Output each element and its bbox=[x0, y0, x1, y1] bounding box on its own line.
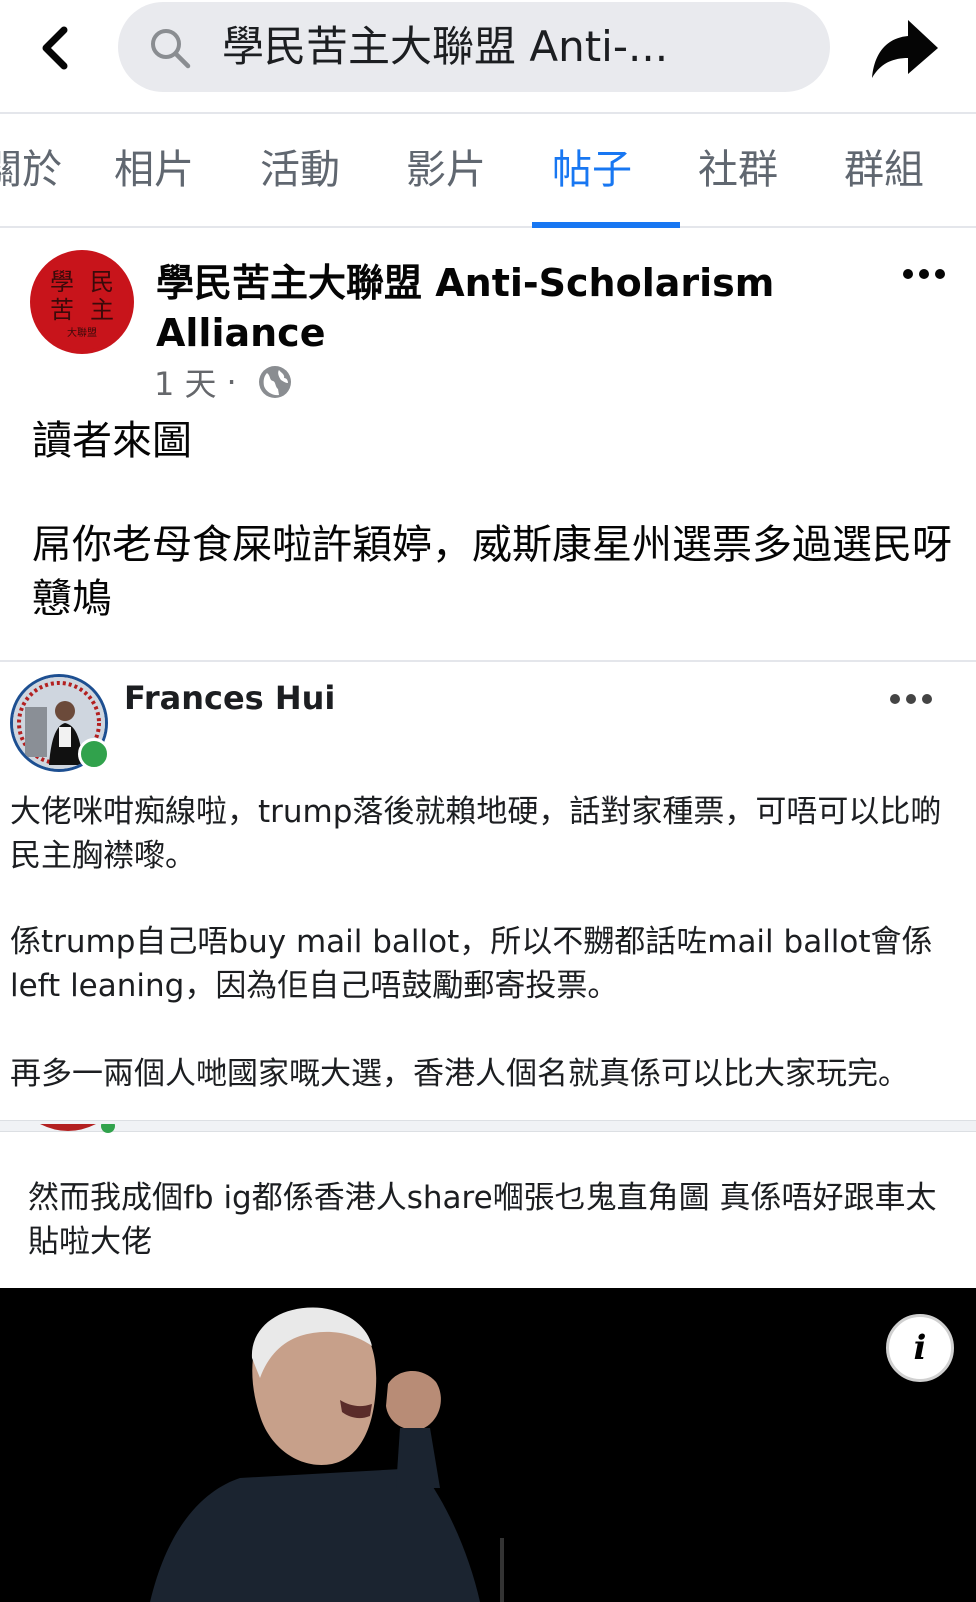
tab-videos[interactable]: 影片 bbox=[386, 114, 506, 226]
post-text-line2: 屌你老母食屎啦許穎婷，威斯康星州選票多過選民呀戇鳩 bbox=[32, 522, 952, 622]
post-text-line1: 讀者來圖 bbox=[32, 418, 192, 464]
photo-image bbox=[0, 1288, 976, 1602]
globe-icon bbox=[258, 366, 291, 398]
search-icon bbox=[151, 29, 191, 69]
tab-about[interactable]: 關於 bbox=[0, 114, 82, 226]
tab-posts[interactable]: 帖子 bbox=[532, 114, 652, 226]
share-arrow-icon[interactable] bbox=[868, 14, 940, 84]
chevron-left-icon bbox=[42, 26, 68, 70]
page-name[interactable]: 學民苦主大聯盟 Anti-Scholarism Alliance bbox=[156, 258, 836, 358]
online-status-indicator bbox=[78, 738, 110, 770]
embedded-second-comment: 然而我成個fb ig都係香港人share嗰張乜鬼直角圖 真係唔好跟車太貼啦大佬 bbox=[28, 1180, 937, 1260]
embedded-screenshot[interactable]: Frances Hui 大佬咪咁痴線啦，trump落後就賴地硬，話對家種票，可唔… bbox=[0, 660, 976, 1602]
svg-text:大聯盟: 大聯盟 bbox=[67, 326, 97, 339]
page-logo: 學 民 苦 主 大聯盟 bbox=[34, 254, 130, 350]
post-photo[interactable]: i bbox=[0, 1288, 976, 1602]
partial-avatar bbox=[40, 1124, 115, 1133]
page-tabs: 關於 相片 活動 影片 帖子 社群 群組 bbox=[0, 114, 976, 228]
tab-groups[interactable]: 群組 bbox=[824, 114, 944, 226]
embedded-text-clip: 大佬咪咁痴線啦，trump落後就賴地硬，話對家種票，可唔可以比啲民主胸襟嚟。 係… bbox=[0, 782, 976, 1118]
author-name[interactable]: Frances Hui bbox=[124, 678, 335, 718]
back-button[interactable] bbox=[28, 20, 84, 76]
section-divider bbox=[0, 1120, 976, 1132]
tab-events[interactable]: 活動 bbox=[240, 114, 360, 226]
embedded-paragraph-3: 再多一兩個人哋國家嘅大選，香港人個名就真係可以比大家玩完。 bbox=[10, 1056, 909, 1092]
post-time[interactable]: 1 天 bbox=[154, 359, 217, 405]
more-options-icon[interactable] bbox=[900, 262, 948, 286]
page-avatar[interactable]: 學 民 苦 主 大聯盟 bbox=[30, 250, 134, 354]
info-icon[interactable]: i bbox=[886, 1314, 954, 1382]
tab-community[interactable]: 社群 bbox=[678, 114, 798, 226]
search-query: 學民苦主大聯盟 Anti-... bbox=[222, 22, 669, 71]
svg-text:主: 主 bbox=[90, 296, 114, 324]
post-meta: 1 天 · bbox=[154, 360, 293, 404]
tab-photos[interactable]: 相片 bbox=[94, 114, 214, 226]
search-bar[interactable]: 學民苦主大聯盟 Anti-... bbox=[118, 2, 830, 92]
meta-separator: · bbox=[226, 363, 237, 401]
active-tab-indicator bbox=[532, 222, 680, 228]
more-options-icon[interactable] bbox=[888, 688, 934, 710]
svg-text:苦: 苦 bbox=[50, 296, 74, 324]
top-bar: 學民苦主大聯盟 Anti-... bbox=[0, 0, 976, 114]
svg-text:學: 學 bbox=[50, 268, 74, 296]
embedded-paragraph-2: 係trump自己唔buy mail ballot，所以不嬲都話咗mail bal… bbox=[10, 924, 933, 1004]
embedded-paragraph-1: 大佬咪咁痴線啦，trump落後就賴地硬，話對家種票，可唔可以比啲民主胸襟嚟。 bbox=[10, 794, 942, 874]
svg-text:民: 民 bbox=[90, 268, 114, 296]
